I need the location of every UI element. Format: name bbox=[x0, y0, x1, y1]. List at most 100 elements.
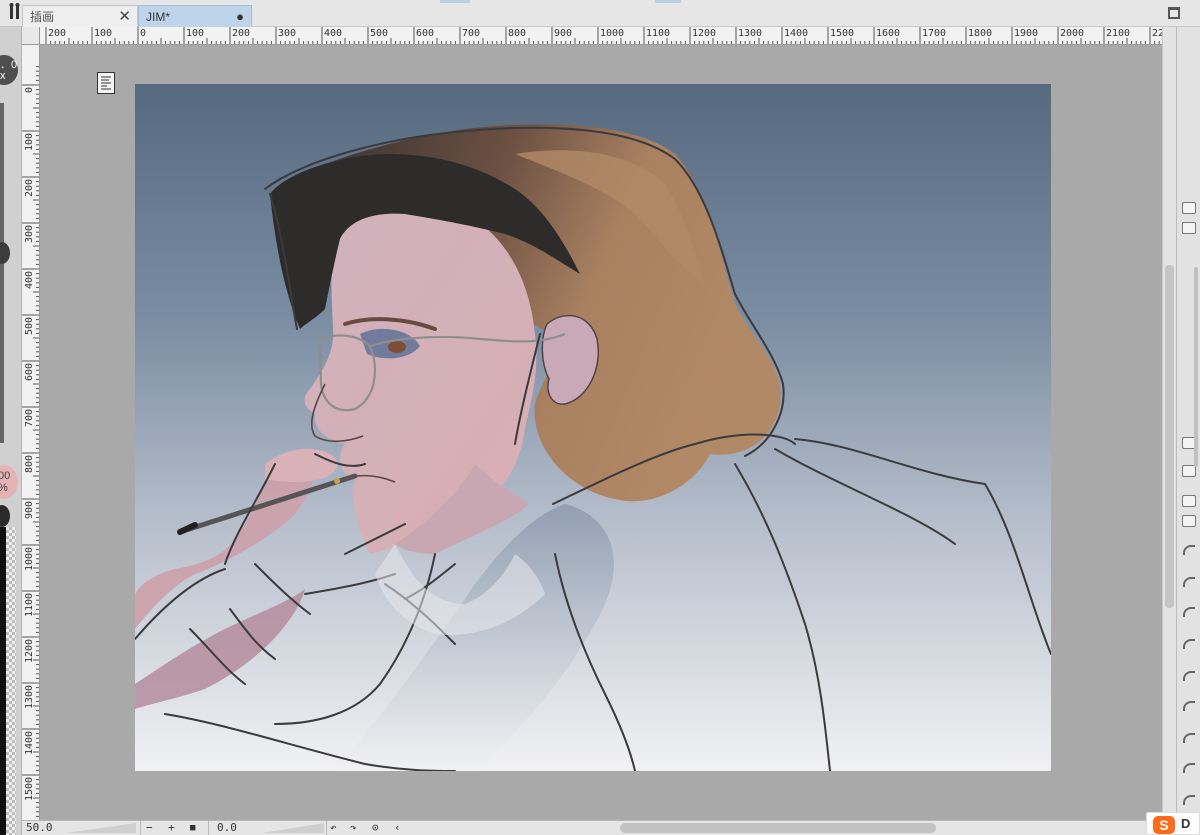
ruler-label: 1600 bbox=[876, 28, 901, 39]
ruler-label: 1200 bbox=[24, 638, 35, 663]
horizontal-scrollbar-thumb[interactable] bbox=[620, 823, 936, 833]
brush-size-slider[interactable] bbox=[0, 103, 4, 443]
fit-to-window-icon[interactable]: ■ bbox=[190, 821, 195, 835]
layer-button[interactable] bbox=[1182, 495, 1196, 507]
separator bbox=[326, 821, 327, 835]
undo-history-icon[interactable] bbox=[1183, 607, 1195, 617]
rotation-value[interactable]: 0.0 bbox=[217, 821, 237, 835]
ruler-label: 700 bbox=[24, 408, 35, 427]
ruler-label: 1400 bbox=[24, 730, 35, 755]
ruler-label: 100 bbox=[186, 28, 205, 39]
brush-tool-icon[interactable] bbox=[8, 3, 22, 21]
undo-history-icon[interactable] bbox=[1183, 733, 1195, 743]
document-tab-bar: 插画 ✕ JIM* ● bbox=[0, 0, 1200, 27]
zoom-value[interactable]: 50.0 bbox=[26, 821, 53, 835]
undo-history-icon[interactable] bbox=[1183, 577, 1195, 587]
ruler-label: 1200 bbox=[692, 28, 717, 39]
brush-size-panel: ．0 x 00 % bbox=[0, 27, 22, 835]
rotate-left-icon[interactable]: ↶ bbox=[330, 821, 337, 835]
ruler-label: 400 bbox=[324, 28, 343, 39]
close-icon[interactable]: ✕ bbox=[118, 6, 131, 28]
rotate-right-icon[interactable]: ↷ bbox=[350, 821, 357, 835]
ruler-label: 0 bbox=[140, 28, 147, 39]
scroll-left-icon[interactable]: ‹ bbox=[394, 821, 401, 835]
undo-history-icon[interactable] bbox=[1183, 639, 1195, 649]
right-panel-edge bbox=[1176, 27, 1200, 835]
ruler-label: 1800 bbox=[968, 28, 993, 39]
undo-history-icon[interactable] bbox=[1183, 795, 1195, 805]
ruler-label: 100 bbox=[94, 28, 113, 39]
layer-button[interactable] bbox=[1182, 515, 1196, 527]
toolbar-accent bbox=[440, 0, 470, 3]
ruler-label: 2100 bbox=[1106, 28, 1131, 39]
reset-rotation-icon[interactable]: ⊙ bbox=[372, 821, 379, 835]
zoom-out-button[interactable]: − bbox=[146, 821, 153, 835]
scrollbar-thumb[interactable] bbox=[1165, 265, 1174, 608]
ruler-label: 400 bbox=[24, 270, 35, 289]
ruler-label: 500 bbox=[370, 28, 389, 39]
ruler-label: 200 bbox=[48, 28, 67, 39]
ruler-label: 900 bbox=[554, 28, 573, 39]
horizontal-ruler: 200 100 0 100 200 300 400 500 600 700 800 900 1000 11… bbox=[22, 27, 1162, 45]
separator bbox=[208, 821, 209, 835]
ruler-label: 800 bbox=[508, 28, 527, 39]
ruler-label: 1100 bbox=[646, 28, 671, 39]
brush-size-indicator[interactable]: ．0 x bbox=[0, 55, 18, 85]
opacity-indicator[interactable]: 00 % bbox=[0, 465, 18, 499]
toolbar-accent bbox=[655, 0, 681, 3]
undo-history-icon[interactable] bbox=[1183, 763, 1195, 773]
ruler-label: 600 bbox=[24, 362, 35, 381]
slider-handle[interactable] bbox=[0, 505, 10, 527]
ruler-label: 1700 bbox=[922, 28, 947, 39]
vertical-ruler: 0 100 200 300 400 500 600 700 800 900 1000 1100 1200… bbox=[22, 45, 40, 820]
ruler-label: 900 bbox=[24, 500, 35, 519]
ruler-label: 200 bbox=[232, 28, 251, 39]
ime-indicator[interactable]: S D bbox=[1146, 812, 1200, 835]
undo-history-icon[interactable] bbox=[1183, 701, 1195, 711]
zoom-in-button[interactable]: + bbox=[168, 821, 175, 835]
artwork-canvas[interactable] bbox=[135, 84, 1051, 771]
ime-mode-label: D bbox=[1181, 816, 1191, 831]
layer-button[interactable] bbox=[1182, 202, 1196, 214]
vertical-scrollbar[interactable] bbox=[1162, 27, 1176, 820]
ruler-label: 1000 bbox=[600, 28, 625, 39]
canvas-viewport[interactable] bbox=[40, 45, 1162, 820]
tab-jim[interactable]: JIM* ● bbox=[138, 5, 252, 27]
ruler-label: 300 bbox=[278, 28, 297, 39]
ruler-label: 600 bbox=[416, 28, 435, 39]
panel-scroll-thumb[interactable] bbox=[1194, 267, 1198, 467]
transparency-checker bbox=[6, 527, 16, 835]
window-restore-icon[interactable] bbox=[1168, 7, 1180, 19]
slider-handle[interactable] bbox=[0, 242, 10, 264]
ruler-label: 0 bbox=[24, 86, 35, 93]
ruler-label: 500 bbox=[24, 316, 35, 335]
undo-history-icon[interactable] bbox=[1183, 545, 1195, 555]
canvas-nav-icon[interactable] bbox=[97, 72, 115, 94]
tab-illustration[interactable]: 插画 ✕ bbox=[22, 5, 138, 27]
zoom-slider[interactable] bbox=[66, 823, 136, 834]
ruler-label: 1300 bbox=[24, 684, 35, 709]
ruler-label: 1400 bbox=[784, 28, 809, 39]
tab-label: JIM* bbox=[146, 10, 170, 24]
rotation-slider[interactable] bbox=[262, 823, 324, 834]
unsaved-dot-icon[interactable]: ● bbox=[236, 6, 244, 28]
ruler-label: 1300 bbox=[738, 28, 763, 39]
tab-label: 插画 bbox=[30, 10, 55, 24]
ruler-label: 1100 bbox=[24, 592, 35, 617]
canvas-status-bar: 50.0 − + ■ 0.0 ↶ ↷ ⊙ ‹ bbox=[22, 820, 1176, 835]
ruler-label: 800 bbox=[24, 454, 35, 473]
eye bbox=[388, 341, 406, 353]
ruler-label: 700 bbox=[462, 28, 481, 39]
ruler-corner bbox=[22, 27, 40, 45]
ruler-label: 1000 bbox=[24, 546, 35, 571]
ruler-label: 2000 bbox=[1060, 28, 1085, 39]
undo-history-icon[interactable] bbox=[1183, 671, 1195, 681]
ruler-label: 1500 bbox=[830, 28, 855, 39]
ruler-label: 300 bbox=[24, 224, 35, 243]
ruler-label: 1900 bbox=[1014, 28, 1039, 39]
sogou-logo-icon: S bbox=[1153, 816, 1175, 834]
ruler-label: 100 bbox=[24, 132, 35, 151]
layer-button[interactable] bbox=[1182, 222, 1196, 234]
ruler-label: 22 bbox=[1152, 28, 1162, 39]
layer-button[interactable] bbox=[1182, 465, 1196, 477]
